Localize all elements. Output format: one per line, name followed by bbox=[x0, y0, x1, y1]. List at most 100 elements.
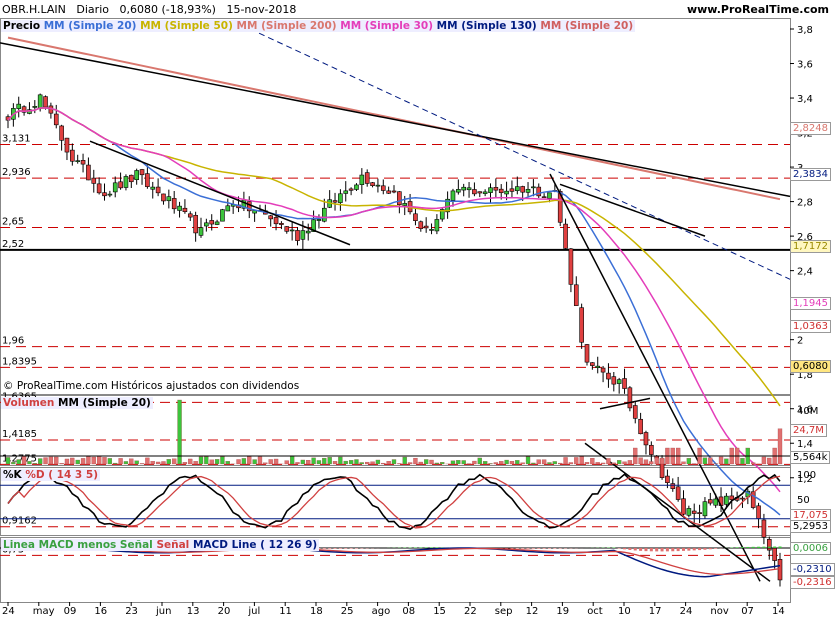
candle-body bbox=[627, 387, 633, 409]
candle-body bbox=[16, 103, 22, 109]
candle-body bbox=[590, 362, 595, 366]
macd-hist-bar bbox=[665, 548, 669, 552]
header-info: OBR.H.LAIN Diario 0,6080 (-18,93%) 15-no… bbox=[2, 3, 296, 16]
volume-bar bbox=[600, 462, 606, 465]
volume-bar bbox=[761, 456, 767, 465]
candle-body bbox=[268, 215, 273, 220]
macd-hist-bar bbox=[419, 547, 423, 548]
volume-bar bbox=[536, 459, 541, 465]
volume-bar bbox=[558, 462, 563, 465]
volume-bar bbox=[123, 461, 129, 465]
volume-bar bbox=[413, 457, 418, 465]
volume-bar bbox=[681, 461, 686, 465]
volume-bar bbox=[284, 460, 289, 465]
volume-bar bbox=[611, 462, 616, 465]
candle-body bbox=[112, 182, 118, 193]
x-tick-label: ago bbox=[372, 606, 391, 617]
volume-bar bbox=[434, 462, 440, 465]
volume-bar bbox=[424, 459, 429, 465]
candle-body bbox=[43, 96, 48, 108]
candle-body bbox=[429, 229, 434, 231]
x-tick-label: nov bbox=[710, 606, 728, 617]
x-tick-label: 11 bbox=[279, 606, 292, 617]
candle-body bbox=[477, 191, 483, 194]
candle-body bbox=[579, 307, 584, 343]
candle-body bbox=[418, 221, 424, 229]
price-legend-item: Precio bbox=[3, 20, 44, 32]
candle-body bbox=[37, 94, 43, 109]
candle-body bbox=[359, 174, 365, 185]
volume-bar bbox=[64, 458, 70, 465]
candle-body bbox=[166, 196, 172, 202]
candle-body bbox=[756, 505, 761, 519]
volume-bar bbox=[332, 461, 338, 465]
volume-bar bbox=[182, 462, 188, 465]
volume-bar bbox=[11, 461, 16, 465]
candle-body bbox=[547, 192, 552, 199]
candle-body bbox=[573, 284, 579, 306]
candle-body bbox=[541, 196, 547, 199]
candle-body bbox=[509, 188, 515, 192]
price-value-tag: 1,0363 bbox=[790, 320, 831, 333]
volume-bar bbox=[488, 463, 493, 465]
volume-bar bbox=[386, 461, 391, 465]
macd-legend-item: MACD Line ( 12 26 9) bbox=[192, 539, 318, 551]
macd-hist-bar bbox=[639, 548, 643, 551]
volume-bar bbox=[477, 457, 482, 465]
price-legend-item: MM (Simple 130) bbox=[436, 20, 541, 32]
macd-hist-bar bbox=[547, 548, 551, 549]
macd-hist-bar bbox=[644, 548, 648, 552]
stoch-value-tag: 5,2953 bbox=[790, 520, 831, 533]
ma30-line bbox=[7, 107, 781, 493]
macd-hist-bar bbox=[623, 548, 627, 550]
macd-value-tag: 0,0006 bbox=[790, 542, 831, 555]
volume-bar bbox=[617, 460, 622, 465]
volume-bar bbox=[375, 459, 381, 465]
ticker: OBR.H.LAIN bbox=[2, 3, 66, 16]
candle-body bbox=[332, 200, 338, 203]
candle-body bbox=[531, 186, 536, 189]
macd-hist-bar bbox=[708, 548, 712, 550]
candle-body bbox=[225, 205, 231, 212]
macd-legend-item: Linea MACD menos Señal bbox=[3, 539, 157, 551]
y-tick-label: 2 bbox=[797, 336, 803, 347]
macd-hist-bar bbox=[333, 548, 337, 549]
candle-body bbox=[515, 186, 520, 191]
macd-hist-bar bbox=[328, 548, 332, 549]
macd-hist-bar bbox=[537, 548, 541, 549]
volume-bar bbox=[493, 462, 499, 465]
volume-bar bbox=[236, 459, 241, 465]
volume-bar bbox=[531, 462, 536, 465]
candle-body bbox=[364, 172, 370, 184]
volume-bar bbox=[627, 460, 633, 465]
volume-bar bbox=[80, 458, 86, 465]
volume-bar bbox=[563, 457, 568, 465]
candle-body bbox=[504, 190, 509, 195]
macd-hist-bar bbox=[746, 546, 750, 548]
candle-body bbox=[450, 190, 456, 201]
macd-hist-bar bbox=[698, 548, 702, 551]
candle-body bbox=[638, 418, 643, 435]
candle-body bbox=[616, 379, 622, 384]
candle-body bbox=[670, 483, 676, 489]
macd-hist-bar bbox=[751, 546, 755, 548]
macd-value-tag: -0,2316 bbox=[790, 576, 835, 589]
volume-bar bbox=[107, 458, 113, 465]
stoch-axis-label: 100 bbox=[797, 470, 816, 481]
level-label: 1,4185 bbox=[2, 429, 37, 440]
volume-bar bbox=[456, 460, 461, 465]
candle-body bbox=[102, 192, 107, 197]
volume-bar bbox=[204, 456, 209, 465]
volume-bar bbox=[96, 456, 102, 465]
volume-bar bbox=[306, 460, 311, 465]
stoch-axis-label: 50 bbox=[797, 495, 810, 506]
ma20-line bbox=[7, 107, 781, 516]
volume-bar bbox=[91, 456, 96, 465]
macd-value-tag: -0,2310 bbox=[790, 563, 835, 576]
volume-bar bbox=[43, 457, 48, 465]
volume-bar bbox=[520, 462, 525, 465]
x-tick-label: 09 bbox=[64, 606, 77, 617]
candle-body bbox=[691, 510, 697, 514]
candle-body bbox=[391, 190, 397, 193]
volume-bar bbox=[322, 457, 327, 465]
